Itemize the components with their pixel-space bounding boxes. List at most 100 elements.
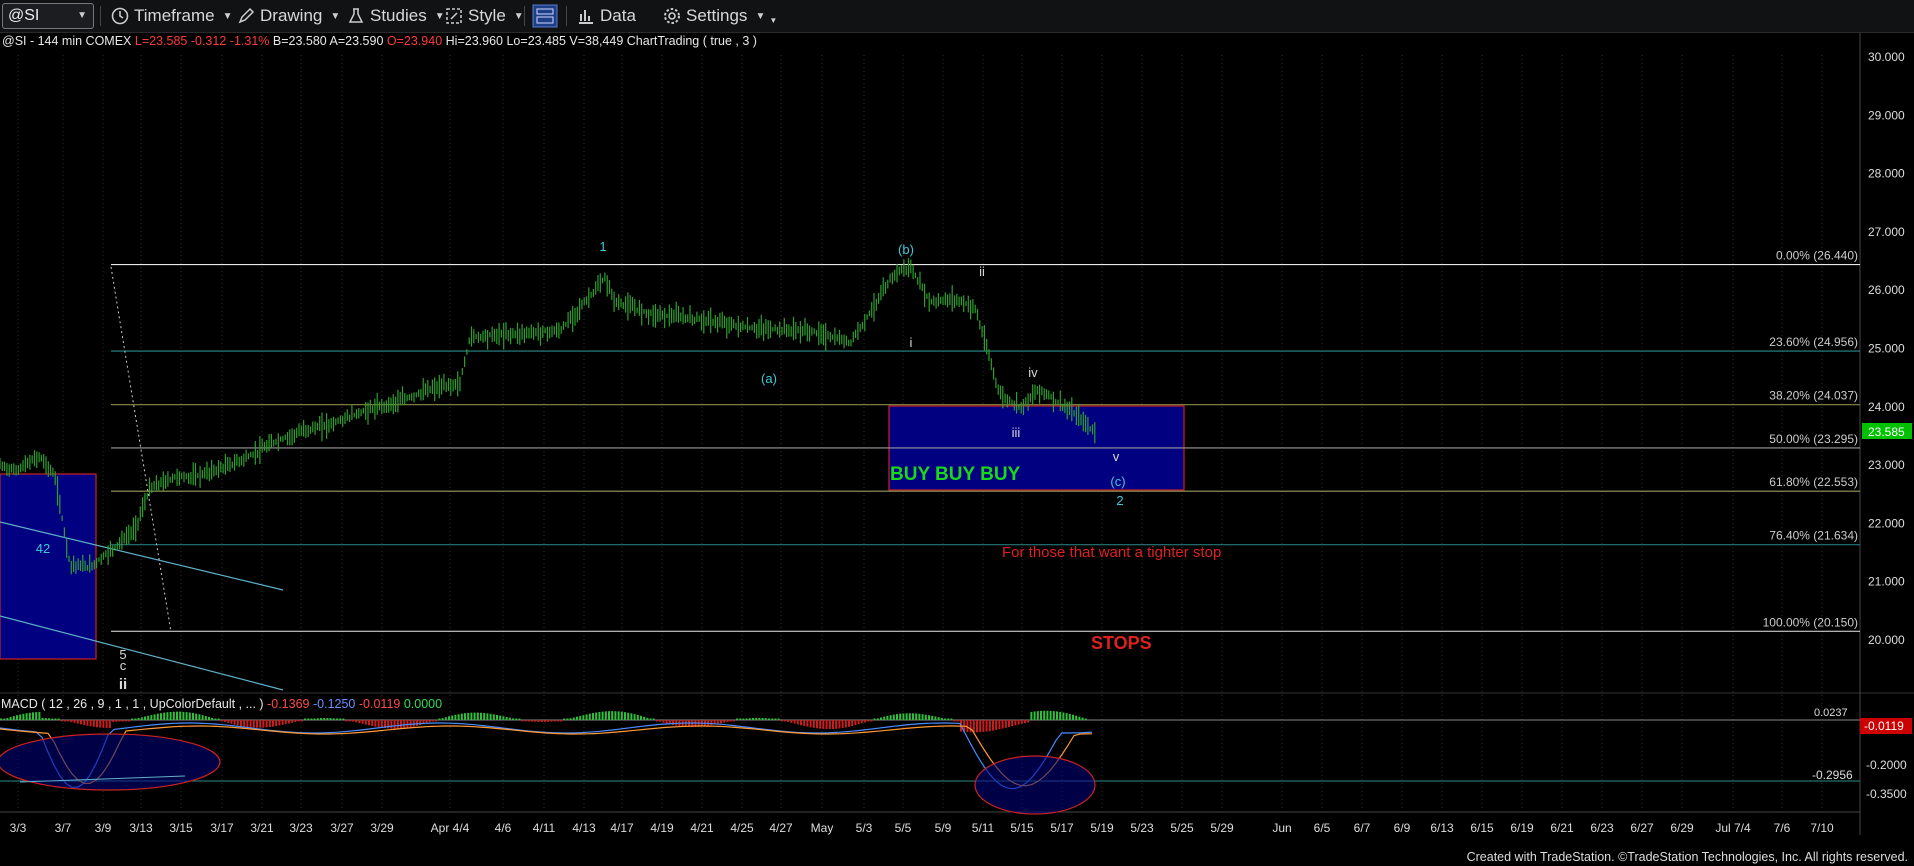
macd-hist-bar: [982, 720, 985, 732]
macd-hist-bar: [944, 718, 946, 720]
price-chart[interactable]: 0.00% (26.440) 23.60% (24.956) 38.20% (24.…: [0, 33, 1914, 866]
date-tick-label: Apr 4/4: [431, 821, 470, 835]
macd-hist-bar: [889, 715, 892, 720]
macd-hist-bar: [755, 717, 758, 720]
layout-button[interactable]: [532, 0, 562, 32]
macd-hist-bar: [153, 714, 156, 720]
macd-hist-bar: [924, 714, 927, 720]
macd-hist-bar: [1014, 720, 1017, 726]
date-tick-label: 6/13: [1430, 821, 1454, 835]
studies-button[interactable]: Studies ▼: [346, 0, 445, 32]
macd-hist-bar: [233, 720, 236, 725]
macd-hist-bar: [560, 720, 562, 722]
macd-hist-bar: [502, 716, 505, 720]
date-tick-label: 5/3: [856, 821, 873, 835]
chevron-down-icon: ▼: [513, 10, 524, 22]
macd-hist-bar: [166, 712, 169, 720]
macd-hist-bar: [1059, 711, 1062, 720]
macd-hist-bar: [547, 720, 550, 722]
timeframe-button[interactable]: Timeframe ▼: [110, 0, 233, 32]
macd-hist-bar: [880, 717, 882, 720]
fib-label: 76.40% (21.634): [1769, 529, 1858, 543]
macd-hist-bar: [553, 720, 556, 722]
macd-hist-bar: [732, 720, 735, 722]
price-tick-label: 23.000: [1868, 458, 1905, 472]
macd-hist-bar: [108, 720, 111, 729]
macd-hist-bar: [515, 718, 518, 720]
macd-hist-bar: [89, 720, 92, 727]
wave-label: (a): [761, 371, 777, 386]
macd-hist-bar: [483, 713, 486, 720]
macd-hist-bar: [128, 720, 130, 722]
macd-hist-bar: [208, 716, 210, 720]
macd-hist-bar: [822, 720, 825, 729]
chevron-down-icon[interactable]: ▼: [77, 10, 87, 21]
macd-hist-bar: [118, 720, 121, 722]
overflow-icon: ▼: [769, 15, 778, 25]
fib-label: 50.00% (23.295): [1769, 432, 1858, 446]
macd-hist-bar: [496, 714, 498, 720]
macd-hist-bar: [604, 711, 607, 720]
macd-hist-bar: [326, 717, 329, 720]
drawing-button[interactable]: Drawing ▼: [236, 0, 340, 32]
fib-label: 23.60% (24.956): [1769, 335, 1858, 349]
macd-hist-bar: [416, 720, 418, 726]
macd-hist-bar: [252, 720, 255, 728]
macd-hist-bar: [169, 711, 172, 720]
macd-hist-bar: [934, 716, 937, 720]
macd-hist-bar: [131, 718, 134, 720]
macd-hist-bar: [96, 720, 98, 728]
wave-label: iv: [1028, 365, 1038, 380]
macd-hist-bar: [192, 713, 194, 720]
macd-hist-bar: [588, 713, 591, 720]
wave-label: ii: [119, 676, 127, 693]
macd-hist-bar: [1078, 716, 1081, 720]
settings-button[interactable]: Settings ▼ ▼: [662, 0, 777, 32]
macd-hist-bar: [985, 720, 988, 732]
macd-hist-bar: [448, 716, 450, 720]
macd-hist-bar: [659, 720, 662, 722]
macd-hist-bar: [646, 717, 649, 720]
gear-icon: [664, 8, 680, 24]
macd-hist-bar: [320, 718, 322, 720]
macd-hist-bar: [486, 713, 489, 720]
macd-hist-bar: [662, 720, 665, 723]
macd-hist-bar: [396, 720, 399, 729]
symbol-input[interactable]: @SI ▼: [2, 3, 94, 29]
macd-hist-bar: [137, 718, 140, 720]
macd-hist-bar: [364, 720, 367, 725]
macd-hist-bar: [12, 716, 15, 720]
macd-hist-bar: [1020, 720, 1023, 724]
macd-hist-bar: [784, 720, 786, 722]
macd-hist-bar: [201, 715, 204, 720]
macd-hist-bar: [665, 720, 668, 724]
date-tick-label: 4/25: [730, 821, 754, 835]
price-tick-label: 24.000: [1868, 400, 1905, 414]
macd-hist-bar: [947, 718, 950, 720]
macd-hist-bar: [288, 720, 290, 724]
macd-hist-bar: [1004, 720, 1007, 728]
date-tick-label: 3/7: [55, 821, 72, 835]
macd-hist-bar: [185, 712, 188, 720]
macd-hist-bar: [1065, 713, 1068, 720]
macd-hist-bar: [224, 720, 226, 722]
macd-hist-bar: [182, 711, 185, 720]
macd-hist-bar: [841, 720, 844, 728]
macd-hist-bar: [656, 720, 658, 722]
macd-hist-bar: [246, 720, 249, 728]
macd-hist-bar: [816, 720, 818, 729]
price-tick-label: 21.000: [1868, 575, 1905, 589]
buy-annotation: BUY BUY BUY: [890, 464, 1021, 485]
style-button[interactable]: Style ▼: [444, 0, 524, 32]
date-tick-label: 7/6: [1774, 821, 1791, 835]
macd-hist-bar: [38, 711, 41, 720]
macd-hist-bar: [470, 712, 473, 720]
date-tick-label: 5/11: [972, 821, 995, 835]
macd-hist-bar: [566, 718, 569, 720]
data-button[interactable]: Data: [576, 0, 636, 32]
macd-hist-bar: [281, 720, 284, 725]
macd-hist-bar: [652, 718, 655, 720]
date-tick-label: 5/5: [895, 821, 912, 835]
macd-hist-bar: [70, 720, 73, 723]
macd-hist-bar: [582, 715, 585, 720]
